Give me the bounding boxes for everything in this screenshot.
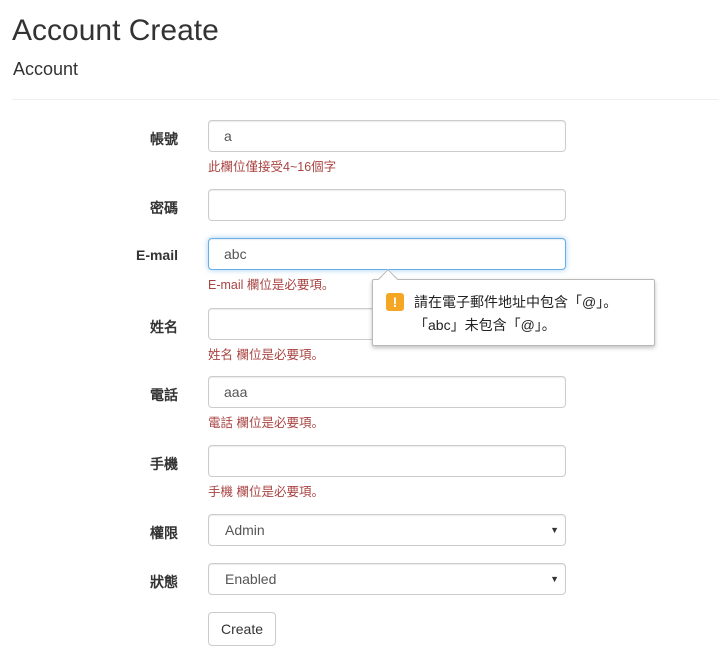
password-input[interactable] [208, 189, 566, 221]
permission-select[interactable]: Admin ▼ [208, 514, 566, 546]
status-select[interactable]: Enabled ▼ [208, 563, 566, 595]
email-input[interactable]: abc [208, 238, 566, 270]
permission-label: 權限 [150, 525, 178, 541]
permission-selected-value: Admin [225, 522, 265, 538]
email-error: E-mail 欄位是必要項。 [208, 278, 335, 292]
tooltip-arrow [378, 269, 398, 289]
page-title: Account Create [12, 14, 219, 47]
account-label: 帳號 [150, 131, 178, 147]
caret-down-icon: ▼ [550, 574, 559, 584]
create-button[interactable]: Create [208, 612, 276, 646]
mobile-label: 手機 [150, 456, 178, 472]
tooltip-message-line1: 請在電子郵件地址中包含「@」。 [414, 294, 618, 310]
validation-tooltip: ! 請在電子郵件地址中包含「@」。 「abc」未包含「@」。 [372, 269, 655, 346]
caret-down-icon: ▼ [550, 525, 559, 535]
account-error: 此欄位僅接受4~16個字 [208, 160, 337, 174]
phone-label: 電話 [150, 387, 178, 403]
account-input[interactable]: a [208, 120, 566, 152]
email-label: E-mail [135, 247, 178, 263]
name-label: 姓名 [150, 319, 178, 335]
tooltip-message-line2: 「abc」未包含「@」。 [414, 317, 556, 333]
header-divider [12, 99, 718, 100]
status-label: 狀態 [150, 574, 178, 590]
phone-error: 電話 欄位是必要項。 [208, 416, 324, 430]
mobile-error: 手機 欄位是必要項。 [208, 485, 324, 499]
page-subtitle: Account [13, 59, 79, 79]
password-label: 密碼 [150, 200, 178, 216]
phone-input[interactable]: aaa [208, 376, 566, 408]
name-error: 姓名 欄位是必要項。 [208, 348, 324, 362]
warning-icon: ! [386, 293, 404, 311]
status-selected-value: Enabled [225, 571, 277, 587]
mobile-input[interactable] [208, 445, 566, 477]
